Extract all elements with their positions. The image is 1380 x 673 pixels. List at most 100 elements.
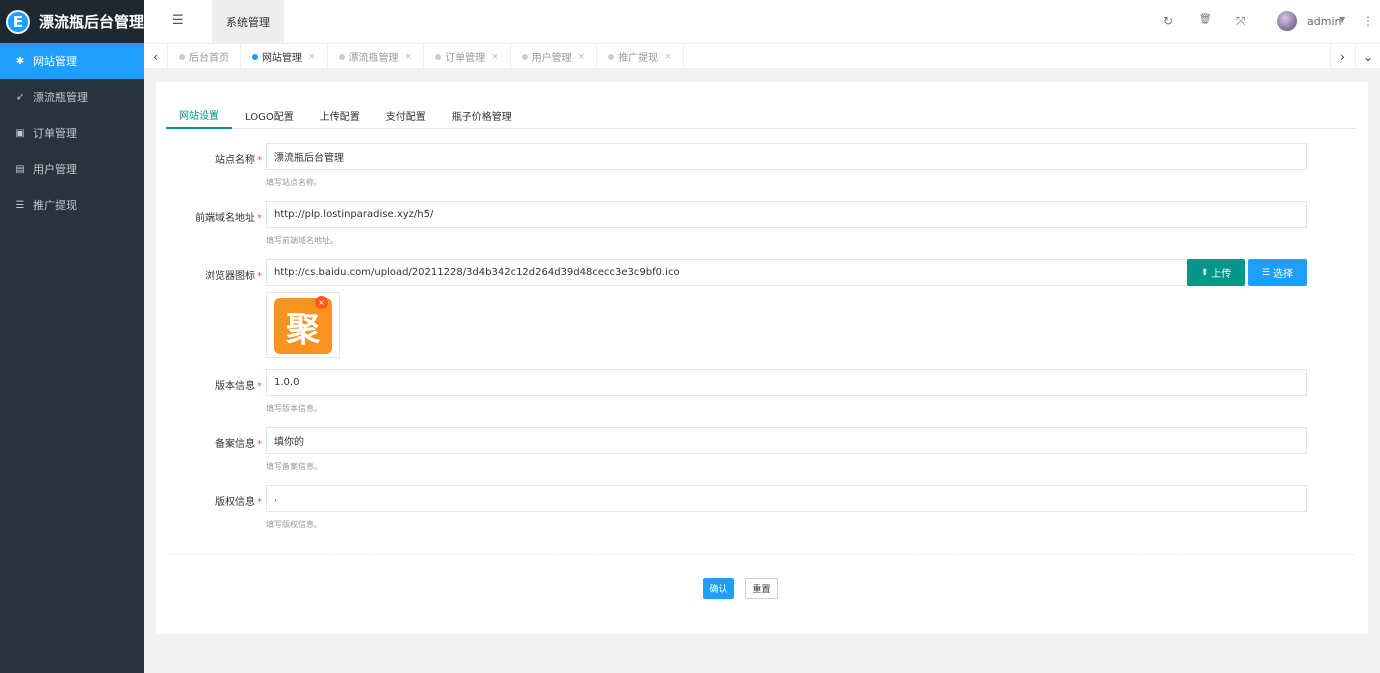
tabs-next-icon[interactable]: › (1330, 44, 1354, 69)
required-mark: * (257, 381, 262, 392)
field-help: 填写站点名称。 (266, 178, 322, 187)
form-tabs: 网站设置 LOGO配置 上传配置 支付配置 瓶子价格管理 (166, 102, 1356, 129)
user-card-icon: ▤ (15, 163, 25, 175)
browser-icon-input[interactable]: http://cs.baidu.com/upload/20211228/3d4b… (266, 259, 1188, 286)
tab-logo-config[interactable]: LOGO配置 (232, 102, 307, 129)
more-vertical-icon[interactable]: ⋮ (1362, 14, 1374, 28)
sidebar-item-website[interactable]: ✱ 网站管理 (0, 43, 144, 79)
page-tabs: 后台首页 网站管理 × 漂流瓶管理 × 订单管理 × 用户管理 × 推广提现 × (168, 44, 684, 69)
required-mark: * (257, 497, 262, 508)
gear-icon: ✱ (15, 55, 25, 67)
app-title: 漂流瓶后台管理 (38, 13, 144, 31)
select-button-label: 选择 (1273, 269, 1294, 280)
site-name-input[interactable]: 漂流瓶后台管理 (266, 143, 1307, 170)
top-header: ☰ 系统管理 ↻ 🗑 ⤧ admin ▼ ⋮ (144, 0, 1380, 43)
user-name[interactable]: admin (1307, 15, 1341, 28)
field-label-text: 浏览器图标 (205, 271, 255, 282)
required-mark: * (257, 213, 262, 224)
copyright-input[interactable]: . (266, 485, 1307, 512)
sidebar-item-label: 推广提现 (33, 199, 77, 212)
reset-button[interactable]: 重置 (745, 578, 778, 599)
tab-upload-config[interactable]: 上传配置 (307, 102, 373, 129)
select-button[interactable]: ☰ 选择 (1248, 259, 1307, 286)
close-icon[interactable]: × (578, 52, 586, 62)
field-help: 填写备案信息。 (266, 462, 322, 471)
page-tab-label: 后台首页 (189, 53, 229, 64)
tab-dot-icon (608, 53, 615, 60)
tabs-prev-icon[interactable]: ‹ (144, 44, 168, 69)
page-tab-label: 网站管理 (262, 53, 302, 64)
upload-icon: ⬆ (1200, 267, 1209, 278)
page-tab-label: 漂流瓶管理 (348, 53, 399, 64)
field-label: 站点名称 * (156, 151, 262, 166)
calendar-check-icon: ▣ (15, 127, 25, 139)
field-label: 版本信息 * (156, 377, 262, 392)
sidebar-item-bottles[interactable]: ➶ 漂流瓶管理 (0, 79, 144, 115)
content-card: 网站设置 LOGO配置 上传配置 支付配置 瓶子价格管理 站点名称 * 漂流瓶后台… (156, 82, 1368, 634)
sidebar-item-label: 漂流瓶管理 (33, 91, 88, 104)
close-icon[interactable]: × (405, 52, 413, 62)
field-label: 备案信息 * (156, 435, 262, 450)
page-tab-label: 用户管理 (531, 53, 572, 64)
field-label: 浏览器图标 * (156, 267, 262, 282)
sidebar-item-orders[interactable]: ▣ 订单管理 (0, 115, 144, 151)
field-help: 填写前端域名地址。 (266, 236, 338, 245)
logo-icon: E (6, 9, 30, 34)
chevron-down-icon[interactable]: ▼ (1339, 15, 1345, 24)
page-tabs-bar: ‹ 后台首页 网站管理 × 漂流瓶管理 × 订单管理 × 用户管理 × 推广提现 (144, 43, 1380, 69)
remove-image-icon[interactable]: × (315, 296, 328, 309)
frontend-domain-input[interactable]: http://plp.lostinparadise.xyz/h5/ (266, 201, 1307, 228)
sidebar: E 漂流瓶后台管理 ✱ 网站管理 ➶ 漂流瓶管理 ▣ 订单管理 ▤ 用户管理 ☰… (0, 0, 144, 673)
tab-dot-icon (179, 53, 185, 60)
tab-dot-icon (338, 53, 345, 60)
upload-button-label: 上传 (1211, 269, 1232, 280)
tab-dot-icon (435, 53, 442, 60)
sidebar-item-users[interactable]: ▤ 用户管理 (0, 151, 144, 187)
field-label: 前端域名地址 * (156, 209, 262, 224)
required-mark: * (257, 271, 262, 282)
icon-preview: 聚 × (266, 292, 340, 358)
sidebar-item-label: 订单管理 (33, 127, 77, 140)
avatar[interactable] (1277, 11, 1297, 31)
page-tab-label: 推广提现 (618, 53, 659, 64)
menu-toggle-icon[interactable]: ☰ (172, 13, 184, 28)
refresh-icon[interactable]: ↻ (1163, 14, 1173, 28)
page-tab-bottles[interactable]: 漂流瓶管理 × (328, 44, 425, 69)
page-tab-withdrawals[interactable]: 推广提现 × (597, 44, 684, 69)
page-tab-home[interactable]: 后台首页 (168, 44, 241, 69)
fullscreen-icon[interactable]: ⤧ (1236, 14, 1246, 29)
sidebar-item-withdrawals[interactable]: ☰ 推广提现 (0, 187, 144, 223)
required-mark: * (257, 155, 262, 166)
required-mark: * (257, 439, 262, 450)
version-input[interactable]: 1.0.0 (266, 369, 1307, 396)
page-tab-users[interactable]: 用户管理 × (511, 44, 598, 69)
form-divider (168, 554, 1354, 555)
tab-dot-icon (521, 53, 528, 60)
tab-website-settings[interactable]: 网站设置 (166, 102, 232, 129)
field-label-text: 站点名称 (215, 155, 255, 166)
page-tab-orders[interactable]: 订单管理 × (424, 44, 511, 69)
app-logo[interactable]: E 漂流瓶后台管理 (0, 0, 144, 43)
field-label-text: 前端域名地址 (195, 213, 255, 224)
tab-payment-config[interactable]: 支付配置 (373, 102, 439, 129)
list-icon: ☰ (15, 199, 25, 211)
field-label-text: 版权信息 (215, 497, 255, 508)
icp-input[interactable]: 填你的 (266, 427, 1307, 454)
close-icon[interactable]: × (491, 52, 499, 62)
tab-dot-icon (252, 53, 258, 60)
close-icon[interactable]: × (664, 52, 672, 62)
list-icon: ☰ (1261, 267, 1271, 278)
field-help: 填写版权信息。 (266, 520, 322, 529)
tab-bottle-price[interactable]: 瓶子价格管理 (439, 102, 525, 129)
top-menu-system[interactable]: 系统管理 (212, 0, 284, 43)
close-icon[interactable]: × (308, 52, 316, 62)
field-label-text: 版本信息 (215, 381, 255, 392)
upload-button[interactable]: ⬆ 上传 (1187, 259, 1245, 286)
trash-icon[interactable]: 🗑 (1199, 14, 1212, 25)
field-label-text: 备案信息 (215, 439, 255, 450)
page-tab-website[interactable]: 网站管理 × (241, 44, 328, 69)
page-tab-label: 订单管理 (445, 53, 486, 64)
sidebar-item-label: 用户管理 (33, 163, 77, 176)
confirm-button[interactable]: 确认 (703, 578, 734, 599)
tabs-dropdown-icon[interactable]: ⌄ (1355, 44, 1380, 69)
